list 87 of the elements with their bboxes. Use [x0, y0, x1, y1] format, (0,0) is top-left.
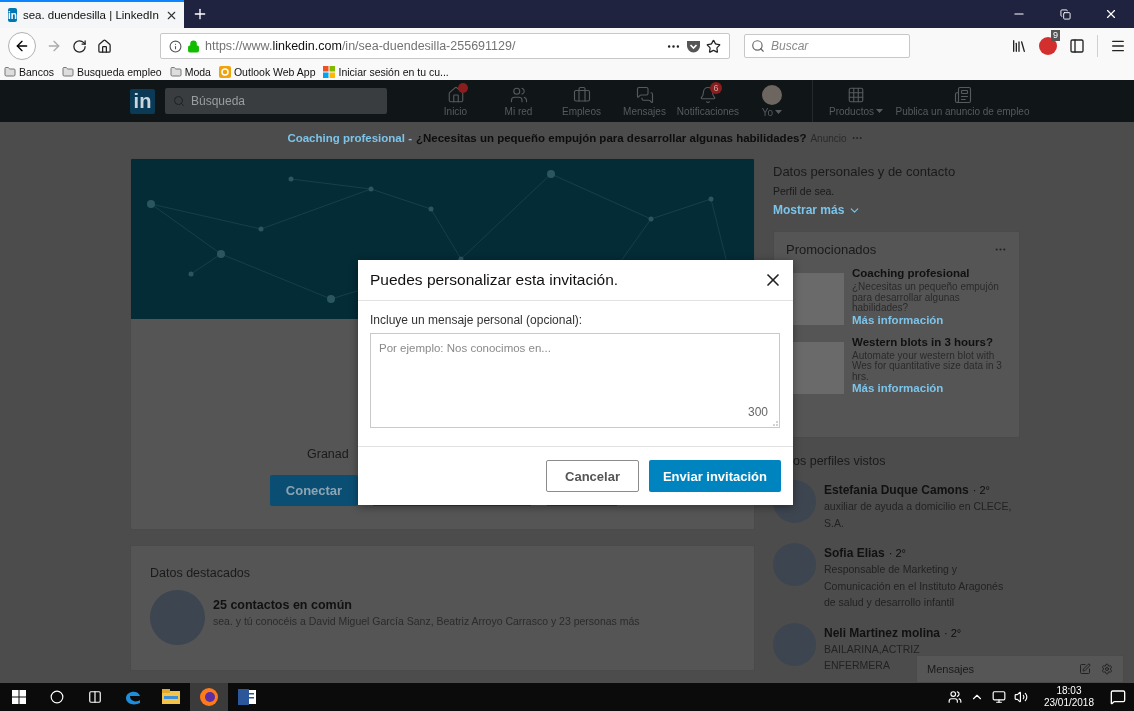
folder-icon: [161, 688, 181, 706]
network-icon[interactable]: [991, 690, 1006, 704]
clock[interactable]: 18:03 23/01/2018: [1043, 685, 1094, 709]
folder-icon: [169, 66, 182, 78]
nav-item[interactable]: Productos: [829, 105, 883, 117]
field-label: Incluye un mensaje personal (opcional):: [370, 313, 584, 327]
more-info-link[interactable]: Más información: [852, 313, 1012, 326]
ad-sponsor-link[interactable]: Coaching profesional -: [287, 132, 412, 144]
search-placeholder: Búsqueda: [191, 94, 246, 108]
dialog-title: Puedes personalizar esta invitación.: [370, 271, 619, 289]
windows-logo-icon: [323, 66, 336, 78]
location-text: Granad: [307, 447, 349, 461]
pocket-icon[interactable]: [686, 39, 701, 53]
chat-icon[interactable]: [635, 85, 654, 104]
more-info-link[interactable]: Más información: [852, 382, 1012, 394]
bookmark-item[interactable]: Bancos: [4, 66, 55, 78]
reload-icon[interactable]: [72, 38, 87, 54]
people-icon[interactable]: [947, 690, 962, 704]
avatar[interactable]: [762, 84, 782, 105]
windows-logo-icon: [12, 690, 26, 704]
bookmark-item[interactable]: Moda: [169, 66, 211, 78]
connection-degree: · 2°: [888, 547, 906, 559]
firefox-icon: [199, 687, 219, 707]
home-icon[interactable]: [97, 38, 112, 54]
close-icon: [1104, 7, 1118, 21]
url-text: https://www.linkedin.com/in/sea-duendesilla-255691129/: [205, 39, 517, 53]
panel-title: Mensajes: [927, 663, 976, 675]
library-icon[interactable]: [1011, 38, 1027, 54]
bookmark-item[interactable]: Iniciar sesión en tu cu...: [323, 66, 449, 78]
lock-icon: [187, 39, 200, 53]
info-icon[interactable]: [169, 39, 182, 53]
search-field[interactable]: Búsqueda: [165, 88, 387, 114]
connection-degree: · 2°: [944, 626, 962, 639]
ad-title[interactable]: Coaching profesional: [852, 267, 1012, 279]
show-more-link[interactable]: Mostrar más: [773, 203, 1020, 217]
bell-icon[interactable]: [699, 85, 717, 104]
nav-item[interactable]: Empleos: [562, 105, 601, 117]
resize-grip-icon: [771, 419, 778, 426]
profile-name[interactable]: Sofia Elias: [824, 546, 885, 560]
task-view-icon: [88, 690, 102, 704]
send-invitation-button[interactable]: Enviar invitación: [648, 460, 781, 492]
connect-button[interactable]: Conectar: [270, 475, 358, 506]
nav-item[interactable]: Inicio: [443, 105, 468, 117]
cancel-button[interactable]: Cancelar: [546, 460, 639, 492]
search-placeholder: Buscar: [771, 39, 809, 53]
ad-title[interactable]: Western blots in 3 hours?: [852, 335, 1012, 348]
nav-item[interactable]: Publica un anuncio de empleo: [895, 105, 1030, 117]
profile-name[interactable]: Neli Martinez molina: [824, 625, 941, 640]
back-button[interactable]: [8, 32, 36, 60]
volume-icon[interactable]: [1013, 690, 1028, 704]
grid-icon[interactable]: [847, 85, 865, 104]
card-title: Datos destacados: [150, 566, 252, 580]
folder-icon: [4, 66, 16, 78]
search-icon: [173, 95, 185, 107]
bookmark-star-icon[interactable]: [706, 38, 721, 54]
circle-icon: [50, 690, 64, 704]
nav-item[interactable]: Yo: [761, 106, 783, 118]
plus-icon: [192, 6, 208, 22]
adblock-icon[interactable]: [1039, 37, 1057, 55]
restore-icon: [1059, 8, 1071, 20]
sidebar-icon[interactable]: [1069, 38, 1085, 54]
menu-icon[interactable]: [1110, 38, 1126, 54]
word-icon: [237, 688, 257, 706]
character-counter: 300: [747, 405, 768, 419]
card-title: Promocionados: [786, 242, 877, 257]
search-field[interactable]: Buscar: [744, 34, 910, 58]
highlight-heading[interactable]: 25 contactos en común: [213, 598, 640, 612]
notification-icon[interactable]: [1110, 689, 1126, 705]
post-job-icon[interactable]: [953, 85, 972, 104]
bookmark-item[interactable]: Busqueda empleo: [62, 66, 162, 78]
briefcase-icon[interactable]: [572, 85, 591, 104]
tab-title: sea. duendesilla | LinkedIn: [22, 9, 159, 21]
search-icon: [751, 39, 765, 53]
nav-item[interactable]: Mi red: [504, 105, 533, 117]
ad-text: ¿Necesitas un pequeño empujón para desarrollar algunas habilidades?: [416, 132, 807, 144]
profile-name[interactable]: Estefania Duque Camons: [824, 483, 969, 497]
browser-tab[interactable]: in sea. duendesilla | LinkedIn: [0, 0, 184, 28]
bookmark-item[interactable]: Outlook Web App: [218, 66, 316, 78]
linkedin-logo[interactable]: in: [130, 88, 155, 114]
linkedin-favicon: in: [8, 8, 17, 22]
nav-item[interactable]: Mensajes: [623, 105, 666, 117]
connection-degree: · 2°: [972, 484, 990, 496]
folder-icon: [62, 66, 75, 78]
nav-item[interactable]: Notificaciones: [676, 105, 740, 117]
address-bar[interactable]: https://www.linkedin.com/in/sea-duendesilla-255691129/: [160, 33, 730, 59]
addon-badge: 9: [1051, 30, 1060, 41]
notification-badge: 6: [710, 81, 722, 94]
